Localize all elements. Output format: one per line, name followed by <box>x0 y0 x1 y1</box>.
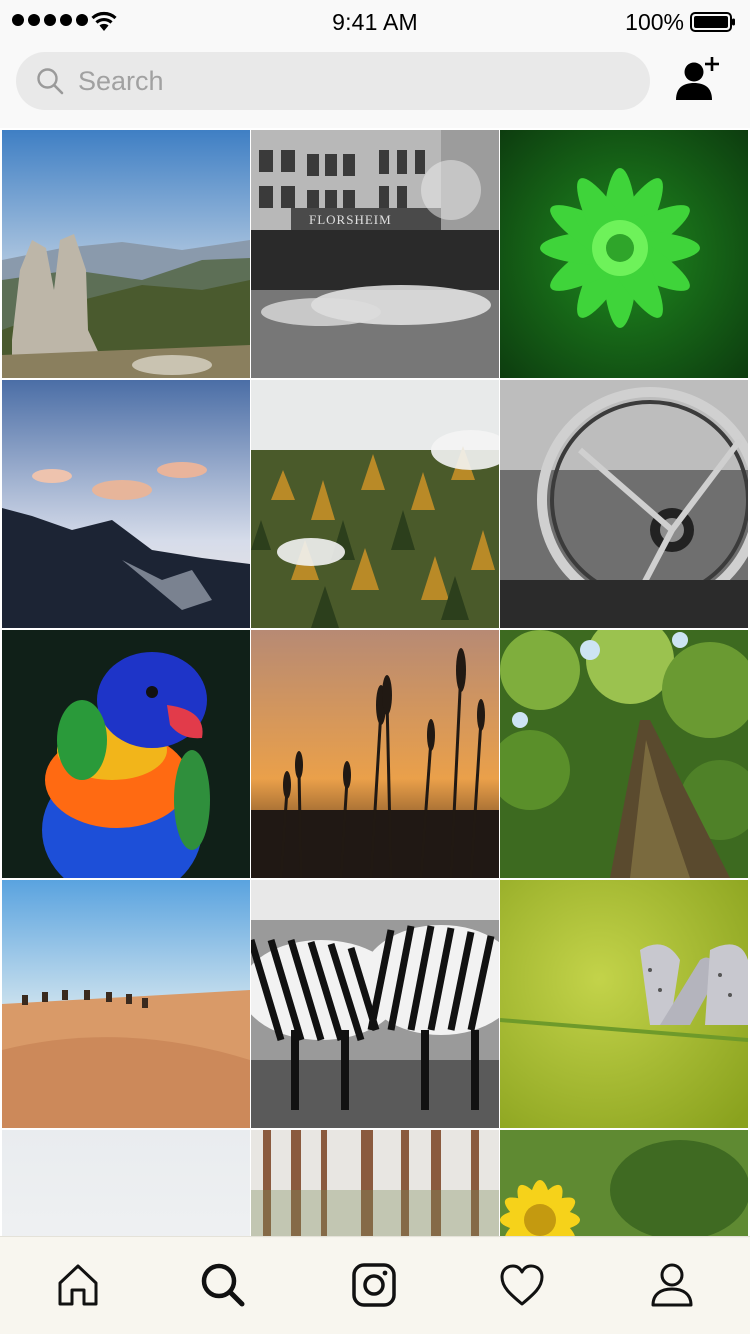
grid-photo-zebras[interactable] <box>251 880 499 1128</box>
profile-icon <box>651 1263 693 1307</box>
tab-home[interactable] <box>48 1257 108 1313</box>
storefront-sign: FLORSHEIM <box>309 212 392 227</box>
search-icon <box>37 68 64 95</box>
grid-photo-mountain-rocks[interactable] <box>2 130 250 378</box>
grid-photo-wheat-sunset[interactable] <box>251 630 499 878</box>
search-input[interactable] <box>78 52 638 110</box>
battery-icon <box>690 12 735 32</box>
tab-activity[interactable] <box>492 1257 552 1313</box>
tab-camera[interactable] <box>344 1257 404 1313</box>
tab-search[interactable] <box>193 1257 253 1313</box>
tab-profile[interactable] <box>642 1257 702 1313</box>
explore-header <box>0 42 750 128</box>
battery-percentage: 100% <box>625 9 684 35</box>
home-icon <box>58 1264 98 1306</box>
status-bar: 9:41 AM 100% <box>0 0 750 42</box>
grid-photo-yellow-flower[interactable] <box>500 1130 748 1238</box>
grid-photo-tree-from-below[interactable] <box>500 630 748 878</box>
grid-photo-desert-caravan[interactable] <box>2 880 250 1128</box>
grid-photo-steering-wheel[interactable] <box>500 380 748 628</box>
grid-photo-city-street[interactable]: FLORSHEIM <box>251 130 499 378</box>
grid-photo-green-plant[interactable] <box>500 130 748 378</box>
explore-grid: FLORSHEIM <box>0 128 750 1238</box>
bottom-tab-bar <box>0 1236 750 1334</box>
grid-photo-mountain-sunset[interactable] <box>2 380 250 628</box>
grid-photo-lorikeet[interactable] <box>2 630 250 878</box>
grid-photo-pine-forest[interactable] <box>251 1130 499 1238</box>
add-user-icon[interactable] <box>672 54 724 104</box>
grid-photo-cloudy-sky[interactable] <box>2 1130 250 1238</box>
search-icon <box>201 1263 245 1307</box>
search-bar[interactable] <box>16 52 650 110</box>
camera-icon <box>352 1263 396 1307</box>
grid-photo-butterflies[interactable] <box>500 880 748 1128</box>
grid-photo-foggy-forest[interactable] <box>251 380 499 628</box>
heart-icon <box>500 1264 544 1306</box>
